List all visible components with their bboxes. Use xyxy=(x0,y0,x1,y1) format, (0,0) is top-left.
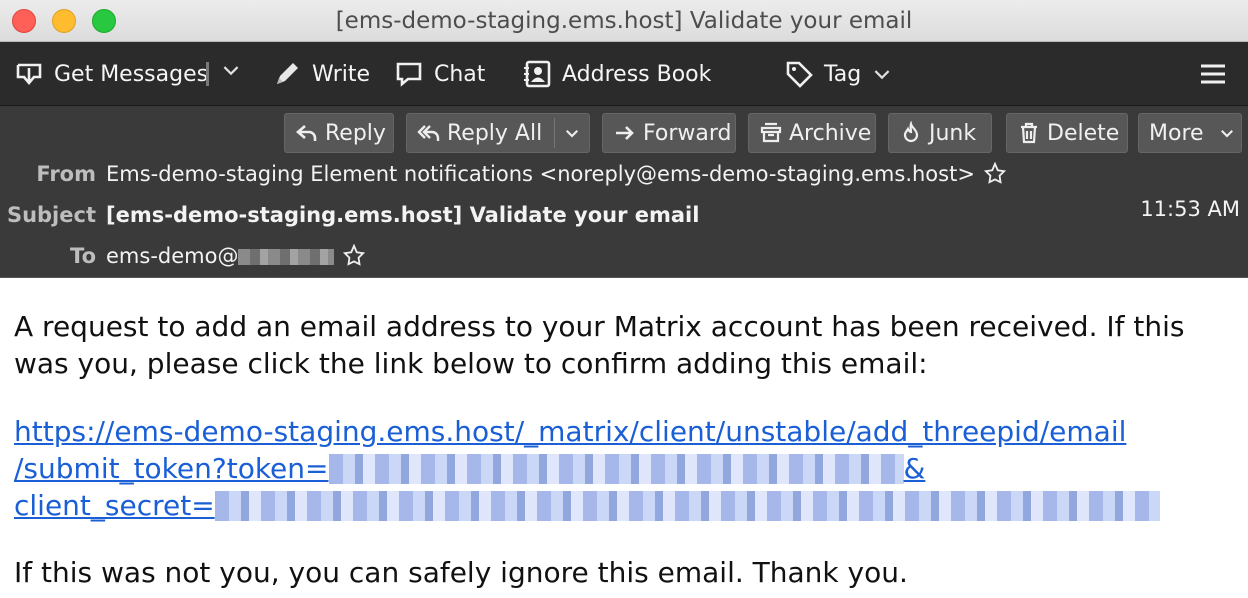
archive-box-icon xyxy=(760,122,782,143)
get-messages-label: Get Messages xyxy=(54,61,209,87)
from-field[interactable]: Ems-demo-staging Element notifications <… xyxy=(106,162,1006,186)
get-messages-button[interactable]: Get Messages xyxy=(14,59,208,89)
address-book-button[interactable]: Address Book xyxy=(522,59,711,89)
delete-button[interactable]: Delete xyxy=(1006,113,1128,153)
link-line-2[interactable]: /submit_token?token= & xyxy=(14,452,925,485)
reply-all-label: Reply All xyxy=(447,120,543,146)
toolbar-divider xyxy=(206,62,209,86)
redacted-domain xyxy=(238,249,335,265)
junk-button[interactable]: Junk xyxy=(888,113,992,153)
forward-arrow-icon xyxy=(616,126,634,140)
from-address[interactable]: Ems-demo-staging Element notifications <… xyxy=(106,162,975,186)
link-line-1[interactable]: https://ems-demo-staging.ems.host/_matri… xyxy=(14,415,1126,448)
chevron-down-icon xyxy=(566,130,578,138)
write-button[interactable]: Write xyxy=(272,59,370,89)
write-label: Write xyxy=(312,61,371,87)
message-time: 11:53 AM xyxy=(1140,197,1240,221)
confirm-link[interactable]: https://ems-demo-staging.ems.host/_matri… xyxy=(14,413,1234,524)
hamburger-icon xyxy=(1201,64,1225,84)
more-label: More xyxy=(1149,120,1204,146)
to-field[interactable]: ems-demo@ xyxy=(106,244,366,268)
chat-button[interactable]: Chat xyxy=(394,59,485,89)
reply-button[interactable]: Reply xyxy=(284,113,394,153)
junk-label: Junk xyxy=(929,120,977,146)
link-secret-prefix[interactable]: client_secret= xyxy=(14,489,215,522)
subject-label: Subject xyxy=(6,203,96,227)
reply-all-button[interactable]: Reply All xyxy=(406,113,590,153)
flame-icon xyxy=(903,121,919,143)
to-address[interactable]: ems-demo@ xyxy=(106,244,238,268)
link-token-prefix[interactable]: /submit_token?token= xyxy=(14,452,329,485)
redacted-token xyxy=(328,454,904,484)
forward-label: Forward xyxy=(643,120,732,146)
tag-icon xyxy=(786,61,813,88)
split-divider xyxy=(554,118,555,148)
message-body: A request to add an email address to you… xyxy=(14,308,1234,591)
app-menu-button[interactable] xyxy=(1198,59,1228,89)
reply-all-icon xyxy=(417,125,440,141)
to-label: To xyxy=(70,244,96,268)
address-book-label: Address Book xyxy=(562,61,712,87)
outro-paragraph: If this was not you, you can safely igno… xyxy=(14,556,908,589)
message-header: Reply Reply All Forward Archive Junk Del… xyxy=(0,106,1248,278)
archive-label: Archive xyxy=(789,120,872,146)
chevron-down-icon xyxy=(874,70,890,80)
delete-label: Delete xyxy=(1047,120,1120,146)
window-title: [ems-demo-staging.ems.host] Validate you… xyxy=(335,8,913,34)
address-book-icon xyxy=(524,60,551,88)
archive-button[interactable]: Archive xyxy=(748,113,876,153)
trash-icon xyxy=(1021,122,1037,144)
subject-value: [ems-demo-staging.ems.host] Validate you… xyxy=(106,203,700,227)
star-icon[interactable] xyxy=(343,244,366,266)
more-button[interactable]: More xyxy=(1138,113,1242,153)
chevron-down-icon xyxy=(1220,130,1233,138)
link-line-3[interactable]: client_secret= xyxy=(14,489,1160,522)
get-messages-dropdown[interactable] xyxy=(220,59,242,81)
tag-label: Tag xyxy=(824,61,862,87)
chat-bubble-icon xyxy=(396,62,422,87)
intro-paragraph: A request to add an email address to you… xyxy=(14,310,1185,380)
from-label: From xyxy=(36,162,96,186)
pencil-icon xyxy=(277,63,298,84)
forward-button[interactable]: Forward xyxy=(602,113,736,153)
link-ampersand[interactable]: & xyxy=(904,452,926,485)
tag-button[interactable]: Tag xyxy=(784,59,893,89)
download-tray-icon xyxy=(16,63,42,86)
reply-icon xyxy=(296,125,317,141)
main-toolbar: Get Messages Write Chat Address Book Tag xyxy=(0,42,1248,106)
chat-label: Chat xyxy=(434,61,486,87)
window-titlebar: [ems-demo-staging.ems.host] Validate you… xyxy=(0,0,1248,42)
star-icon[interactable] xyxy=(983,162,1006,184)
redacted-client-secret xyxy=(214,491,1160,521)
reply-label: Reply xyxy=(325,120,386,146)
chevron-down-icon xyxy=(223,66,239,76)
